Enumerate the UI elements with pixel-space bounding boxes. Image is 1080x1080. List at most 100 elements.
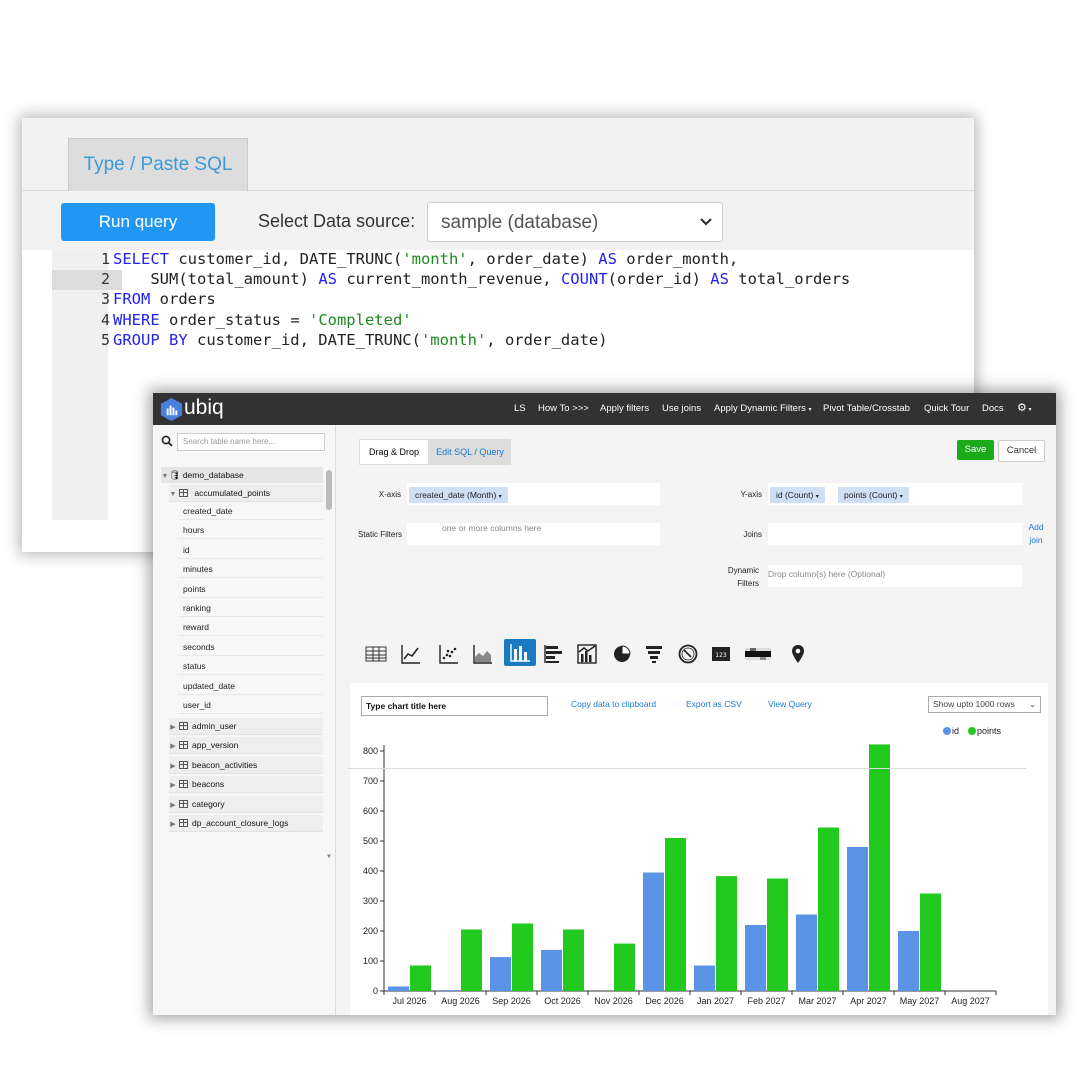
map-pin-icon[interactable] xyxy=(786,642,810,666)
nav-apply-dynamic-filters[interactable]: Apply Dynamic Filters ▾ xyxy=(714,403,812,414)
pill-label: points (Count) xyxy=(844,490,898,500)
table-icon xyxy=(179,489,188,497)
bar-points xyxy=(614,943,635,991)
settings-gear-icon[interactable]: ⚙ ▾ xyxy=(1017,401,1032,414)
code-line: GROUP BY customer_id, DATE_TRUNC('month'… xyxy=(113,331,608,349)
scroll-down-icon[interactable]: ▼ xyxy=(326,854,332,860)
caret-down-icon: ▾ xyxy=(815,494,819,500)
column-item[interactable]: minutes xyxy=(178,560,323,579)
ubiq-window: ubiq LS How To >>> Apply filters Use joi… xyxy=(153,393,1056,1015)
table-node[interactable]: ▶ beacon_activities xyxy=(169,756,323,774)
table-node[interactable]: ▶ beacons xyxy=(169,776,323,794)
legend-swatch xyxy=(943,727,951,735)
nav-label: Apply Dynamic Filters xyxy=(714,403,806,414)
column-item[interactable]: user_id xyxy=(178,696,323,714)
sidebar-scrollbar[interactable] xyxy=(326,470,332,510)
nav-apply-filters[interactable]: Apply filters xyxy=(600,403,649,414)
static-filters-dropzone[interactable]: one or more columns here xyxy=(407,523,660,545)
bar-chart-icon[interactable] xyxy=(504,639,536,666)
line-chart-icon[interactable] xyxy=(399,642,423,666)
expand-arrow-icon: ▶ xyxy=(170,743,176,751)
bar-points xyxy=(716,876,737,991)
column-item[interactable]: id xyxy=(178,540,323,559)
xaxis-pill[interactable]: created_date (Month) ▾ xyxy=(409,487,508,503)
column-item[interactable]: ranking xyxy=(178,599,323,617)
nav-pivot-table[interactable]: Pivot Table/Crosstab xyxy=(823,403,910,414)
table-name: dp_account_closure_logs xyxy=(192,818,289,828)
report-builder: Drag & Drop Edit SQL / Query Save Cancel… xyxy=(336,425,1056,1015)
database-node[interactable]: ▼🛢 demo_database xyxy=(161,467,323,483)
pie-chart-icon[interactable] xyxy=(610,642,634,666)
table-icon xyxy=(179,780,188,789)
line-number: 3 xyxy=(100,290,110,309)
funnel-icon[interactable] xyxy=(642,642,666,666)
xaxis-dropzone[interactable]: created_date (Month) ▾ xyxy=(407,483,660,505)
add-join-link[interactable]: Add join xyxy=(1022,521,1050,547)
joins-dropzone[interactable] xyxy=(768,523,1022,545)
combo-chart-icon[interactable] xyxy=(575,642,599,666)
table-node-open[interactable]: ▼ accumulated_points xyxy=(169,485,323,502)
sql-keyword: WHERE xyxy=(113,310,160,329)
yaxis-dropzone[interactable]: id (Count) ▾ points (Count) ▾ xyxy=(768,483,1022,505)
nav-quick-tour[interactable]: Quick Tour xyxy=(924,403,969,414)
number-icon[interactable]: 123 xyxy=(709,642,733,666)
table-node[interactable]: ▶ app_version xyxy=(169,737,323,755)
sql-text: total_orders xyxy=(728,270,851,289)
yaxis-pill-points[interactable]: points (Count) ▾ xyxy=(838,487,909,503)
nav-ls[interactable]: LS xyxy=(514,403,526,414)
column-item[interactable]: updated_date xyxy=(178,676,323,695)
save-button[interactable]: Save xyxy=(957,440,994,460)
nav-how-to[interactable]: How To >>> xyxy=(538,403,589,414)
bar-points xyxy=(869,744,890,991)
bar-id xyxy=(388,986,409,991)
area-chart-icon[interactable] xyxy=(471,642,495,666)
column-item[interactable]: points xyxy=(178,579,323,598)
nav-docs[interactable]: Docs xyxy=(982,403,1004,414)
tab-type-paste-sql[interactable]: Type / Paste SQL xyxy=(68,138,248,191)
x-tick-label: Sep 2026 xyxy=(492,996,531,1006)
static-filters-label: Static Filters xyxy=(357,530,402,539)
x-tick-label: Feb 2027 xyxy=(747,996,785,1006)
x-tick-label: Aug 2027 xyxy=(951,996,990,1006)
horizontal-bar-icon[interactable] xyxy=(542,642,566,666)
table-node[interactable]: ▶ category xyxy=(169,795,323,813)
gauge-icon[interactable] xyxy=(676,642,700,666)
sql-tab-bar: Type / Paste SQL xyxy=(22,118,974,191)
scatter-chart-icon[interactable] xyxy=(437,642,461,666)
tab-drag-drop[interactable]: Drag & Drop xyxy=(359,439,429,465)
bar-id xyxy=(796,914,817,991)
table-node[interactable]: ▶ admin_user xyxy=(169,718,323,735)
table-name: beacons xyxy=(192,779,225,790)
run-query-button[interactable]: Run query xyxy=(61,203,215,241)
heatmap-icon[interactable] xyxy=(744,642,772,666)
x-tick-label: Apr 2027 xyxy=(850,996,887,1006)
column-item[interactable]: reward xyxy=(178,618,323,637)
column-item[interactable]: status xyxy=(178,657,323,676)
sql-keyword: SELECT xyxy=(113,250,169,268)
line-number: 5 xyxy=(100,330,110,349)
column-item[interactable]: hours xyxy=(178,521,323,540)
table-node[interactable]: ▶ dp_account_closure_logs xyxy=(169,815,323,832)
column-item[interactable]: created_date xyxy=(178,502,323,520)
expand-arrow-icon: ▶ xyxy=(170,821,176,828)
sql-text: , order_date) xyxy=(467,250,599,268)
table-search-input[interactable]: Search table name here... xyxy=(177,433,325,451)
bar-points xyxy=(512,923,533,991)
table-name: category xyxy=(192,798,225,809)
bar-id xyxy=(439,990,460,991)
datasource-select[interactable]: sample (database) xyxy=(427,202,723,242)
cancel-button[interactable]: Cancel xyxy=(998,440,1045,462)
yaxis-pill-id[interactable]: id (Count) ▾ xyxy=(770,487,825,503)
dynamic-filters-dropzone[interactable]: Drop column(s) here (Optional) xyxy=(768,565,1022,587)
dynamic-label-line1: Dynamic xyxy=(727,566,759,575)
x-tick-label: Jul 2026 xyxy=(392,996,426,1006)
expand-arrow-icon: ▶ xyxy=(170,762,176,770)
column-item[interactable]: seconds xyxy=(178,637,323,656)
x-tick-label: Dec 2026 xyxy=(645,996,684,1006)
dynamic-filters-label: Dynamic Filters xyxy=(716,564,759,590)
top-navbar: ubiq LS How To >>> Apply filters Use joi… xyxy=(153,393,1056,425)
tab-edit-sql[interactable]: Edit SQL / Query xyxy=(429,439,511,465)
nav-use-joins[interactable]: Use joins xyxy=(662,403,701,414)
line-number: 1 xyxy=(100,250,110,268)
table-icon[interactable] xyxy=(364,642,388,666)
